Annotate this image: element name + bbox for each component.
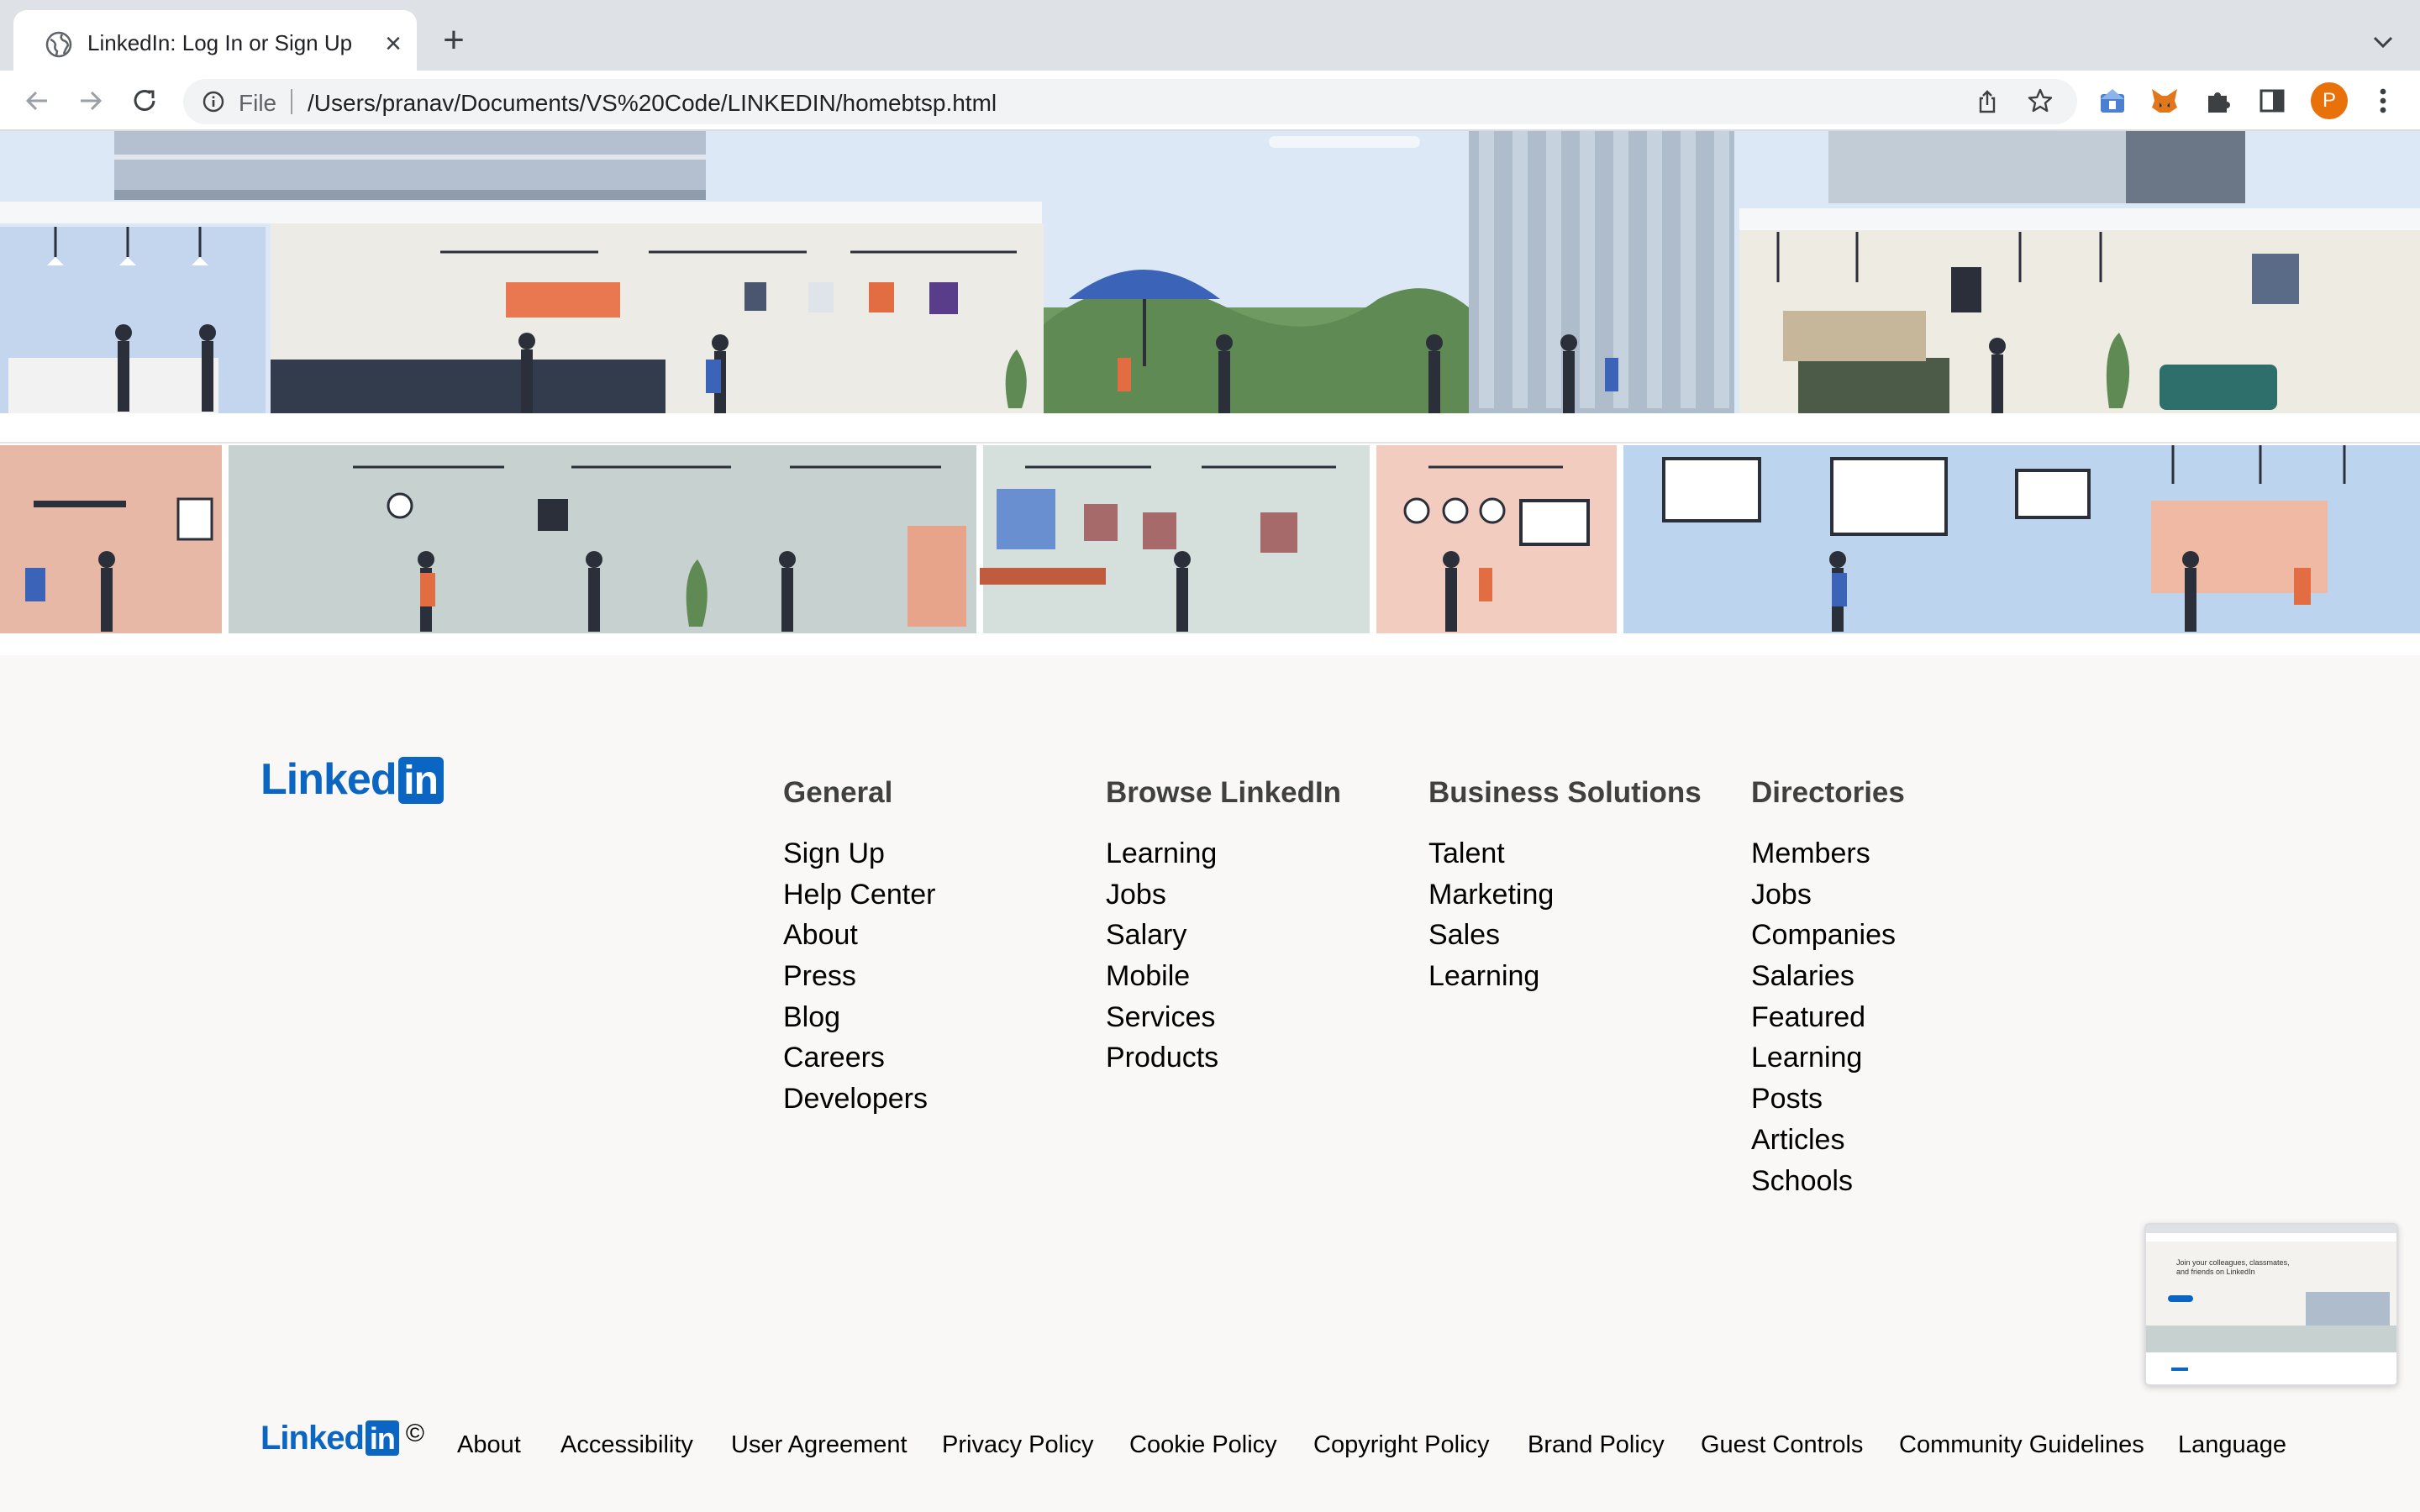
new-tab-icon[interactable]: + bbox=[435, 22, 472, 59]
browser-toolbar: File /Users/pranav/Documents/VS%20Code/L… bbox=[0, 71, 2420, 131]
tab-title: LinkedIn: Log In or Sign Up bbox=[87, 30, 353, 55]
footer-link-about[interactable]: About bbox=[783, 918, 935, 959]
footer-link-members[interactable]: Members bbox=[1751, 837, 1905, 878]
legal-link-community-guidelines[interactable]: Community Guidelines bbox=[1899, 1431, 2144, 1459]
office-illustration bbox=[0, 131, 2420, 655]
footer-link-sales[interactable]: Sales bbox=[1428, 918, 1702, 959]
url-text[interactable]: /Users/pranav/Documents/VS%20Code/LINKED… bbox=[308, 90, 997, 117]
profile-avatar[interactable]: P bbox=[2311, 82, 2348, 119]
footer-link-developers[interactable]: Developers bbox=[783, 1082, 935, 1123]
browser-tab[interactable]: LinkedIn: Log In or Sign Up × bbox=[13, 10, 417, 71]
footer-link-salary[interactable]: Salary bbox=[1106, 918, 1341, 959]
footer-heading: Directories bbox=[1751, 776, 1905, 809]
legal-link-user-agreement[interactable]: User Agreement bbox=[731, 1431, 908, 1459]
footer-heading: Browse LinkedIn bbox=[1106, 776, 1342, 809]
footer-heading: Business Solutions bbox=[1428, 776, 1702, 809]
omnibox-separator bbox=[291, 89, 292, 114]
footer-column-browse: Browse LinkedIn Learning Jobs Salary Mob… bbox=[1106, 776, 1341, 1082]
linkedin-logo-small[interactable]: Linked in © bbox=[260, 1420, 424, 1457]
browser-tabstrip: LinkedIn: Log In or Sign Up × + bbox=[0, 0, 2420, 71]
puzzle-extensions-icon[interactable] bbox=[2203, 86, 2233, 116]
office-scene-image bbox=[0, 131, 2420, 655]
legal-footer: Linked in © About Accessibility User Agree… bbox=[0, 1420, 2420, 1470]
logo-in-badge: in bbox=[365, 1420, 399, 1456]
footer-link-marketing[interactable]: Marketing bbox=[1428, 878, 1702, 919]
side-panel-icon[interactable] bbox=[2257, 86, 2287, 116]
footer-link-companies[interactable]: Companies bbox=[1751, 918, 1905, 959]
globe-icon bbox=[45, 31, 72, 58]
legal-link-accessibility[interactable]: Accessibility bbox=[560, 1431, 693, 1459]
share-icon[interactable] bbox=[1975, 89, 2000, 114]
logo-in-badge: in bbox=[397, 757, 444, 804]
footer-link-jobs[interactable]: Jobs bbox=[1106, 878, 1341, 919]
footer-link-help-center[interactable]: Help Center bbox=[783, 878, 935, 919]
tab-close-icon[interactable]: × bbox=[376, 27, 410, 60]
back-arrow-icon[interactable] bbox=[20, 84, 54, 118]
page-preview-thumbnail[interactable]: Join your colleagues, classmates, and fr… bbox=[2144, 1223, 2398, 1386]
legal-link-guest-controls[interactable]: Guest Controls bbox=[1701, 1431, 1863, 1459]
footer-link-schools[interactable]: Schools bbox=[1751, 1164, 1905, 1205]
logo-wordmark: Linked bbox=[260, 1420, 365, 1457]
info-icon[interactable] bbox=[202, 90, 225, 113]
logo-wordmark: Linked bbox=[260, 755, 397, 804]
footer-link-salaries[interactable]: Salaries bbox=[1751, 959, 1905, 1000]
chevron-down-icon[interactable] bbox=[2366, 25, 2400, 59]
extension-icon[interactable] bbox=[2097, 86, 2128, 116]
preview-headline: Join your colleagues, classmates, and fr… bbox=[2176, 1258, 2290, 1276]
kebab-menu-icon[interactable] bbox=[2371, 86, 2395, 116]
footer-link-press[interactable]: Press bbox=[783, 959, 935, 1000]
footer-link-talent[interactable]: Talent bbox=[1428, 837, 1702, 878]
legal-link-brand-policy[interactable]: Brand Policy bbox=[1528, 1431, 1665, 1459]
footer-column-business: Business Solutions Talent Marketing Sale… bbox=[1428, 776, 1702, 1000]
preview-image bbox=[2146, 1225, 2396, 1384]
footer-link-jobs[interactable]: Jobs bbox=[1751, 878, 1905, 919]
footer-link-featured[interactable]: Featured bbox=[1751, 1000, 1905, 1042]
footer-link-mobile[interactable]: Mobile bbox=[1106, 959, 1341, 1000]
legal-link-copyright-policy[interactable]: Copyright Policy bbox=[1313, 1431, 1490, 1459]
legal-link-about[interactable]: About bbox=[457, 1431, 521, 1459]
scheme-label: File bbox=[239, 90, 277, 116]
footer-link-services[interactable]: Services bbox=[1106, 1000, 1341, 1042]
legal-link-language[interactable]: Language bbox=[2178, 1431, 2286, 1459]
linkedin-logo[interactable]: Linked in bbox=[260, 754, 444, 805]
footer-link-learning[interactable]: Learning bbox=[1106, 837, 1341, 878]
footer-column-directories: Directories Members Jobs Companies Salar… bbox=[1751, 776, 1905, 1205]
copyright-symbol: © bbox=[405, 1420, 424, 1447]
footer-link-blog[interactable]: Blog bbox=[783, 1000, 935, 1042]
footer-link-posts[interactable]: Posts bbox=[1751, 1082, 1905, 1123]
legal-link-privacy-policy[interactable]: Privacy Policy bbox=[942, 1431, 1094, 1459]
legal-link-cookie-policy[interactable]: Cookie Policy bbox=[1129, 1431, 1277, 1459]
forward-arrow-icon[interactable] bbox=[74, 84, 108, 118]
footer-link-learning[interactable]: Learning bbox=[1751, 1041, 1905, 1082]
footer-link-articles[interactable]: Articles bbox=[1751, 1123, 1905, 1164]
footer-link-products[interactable]: Products bbox=[1106, 1041, 1341, 1082]
bookmark-star-icon[interactable] bbox=[2027, 87, 2054, 114]
footer-link-careers[interactable]: Careers bbox=[783, 1041, 935, 1082]
footer-column-general: General Sign Up Help Center About Press … bbox=[783, 776, 935, 1123]
footer-link-learning[interactable]: Learning bbox=[1428, 959, 1702, 1000]
metamask-fox-icon[interactable] bbox=[2149, 86, 2180, 116]
footer-heading: General bbox=[783, 776, 893, 809]
reload-icon[interactable] bbox=[128, 84, 161, 118]
footer-link-sign-up[interactable]: Sign Up bbox=[783, 837, 935, 878]
address-bar[interactable]: File /Users/pranav/Documents/VS%20Code/L… bbox=[183, 79, 2077, 124]
